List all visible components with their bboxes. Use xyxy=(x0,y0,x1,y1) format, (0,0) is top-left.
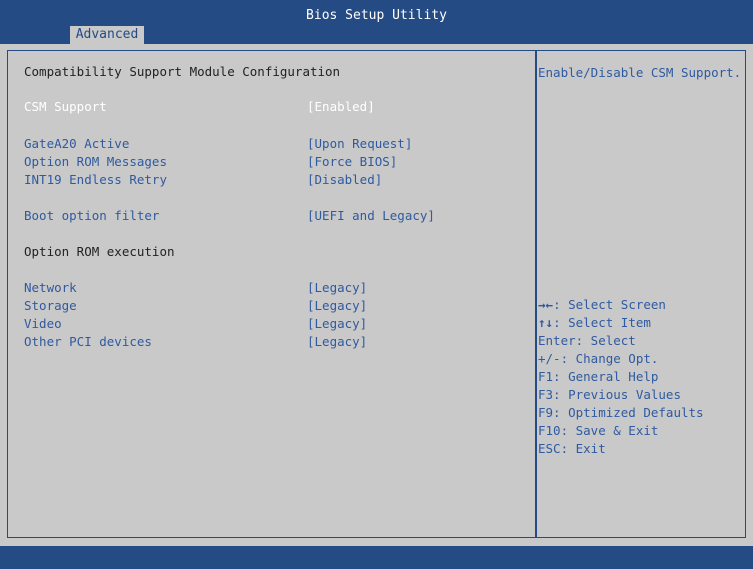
left-right-arrows-icon: →← xyxy=(538,297,554,312)
setting-label: CSM Support xyxy=(24,99,107,114)
setting-label: Video xyxy=(24,316,62,331)
setting-label: Storage xyxy=(24,298,77,313)
setting-value: [Force BIOS] xyxy=(307,154,398,169)
app-title: Bios Setup Utility xyxy=(306,8,447,23)
tab-advanced[interactable]: Advanced xyxy=(70,26,144,44)
bottom-bar xyxy=(0,546,753,569)
settings-panel xyxy=(7,50,536,538)
setting-label: Option ROM Messages xyxy=(24,154,167,169)
key-hint-general-help: F1: General Help xyxy=(538,369,659,384)
section-title: Compatibility Support Module Configurati… xyxy=(24,64,341,79)
help-panel xyxy=(536,50,746,538)
setting-value: [Disabled] xyxy=(307,172,383,187)
title-bar: Bios Setup Utility Advanced xyxy=(0,0,753,44)
key-hint-enter: Enter: Select xyxy=(538,333,636,348)
key-hint-optimized-defaults: F9: Optimized Defaults xyxy=(538,405,704,420)
bios-window: Bios Setup Utility Advanced Compatibilit… xyxy=(0,0,753,569)
setting-value: [Legacy] xyxy=(307,334,368,349)
setting-label: Boot option filter xyxy=(24,208,160,223)
key-hint-text: : Select Screen xyxy=(553,297,666,312)
key-hint-save-exit: F10: Save & Exit xyxy=(538,423,659,438)
setting-value: [Enabled] xyxy=(307,99,375,114)
key-hint-exit: ESC: Exit xyxy=(538,441,606,456)
key-hint-change-opt: +/-: Change Opt. xyxy=(538,351,659,366)
setting-label: Other PCI devices xyxy=(24,334,152,349)
setting-label: Network xyxy=(24,280,77,295)
key-hint-select-screen: →←: Select Screen xyxy=(538,297,666,312)
setting-label: INT19 Endless Retry xyxy=(24,172,167,187)
key-hint-select-item: ↑↓: Select Item xyxy=(538,315,651,330)
setting-value: [Legacy] xyxy=(307,298,368,313)
subsection-title: Option ROM execution xyxy=(24,244,175,259)
key-hint-text: : Select Item xyxy=(553,315,651,330)
setting-value: [UEFI and Legacy] xyxy=(307,208,435,223)
up-down-arrows-icon: ↑↓ xyxy=(538,315,554,330)
setting-value: [Upon Request] xyxy=(307,136,413,151)
setting-value: [Legacy] xyxy=(307,316,368,331)
setting-value: [Legacy] xyxy=(307,280,368,295)
key-hint-previous-values: F3: Previous Values xyxy=(538,387,681,402)
help-description: Enable/Disable CSM Support. xyxy=(538,65,742,80)
setting-label: GateA20 Active xyxy=(24,136,130,151)
